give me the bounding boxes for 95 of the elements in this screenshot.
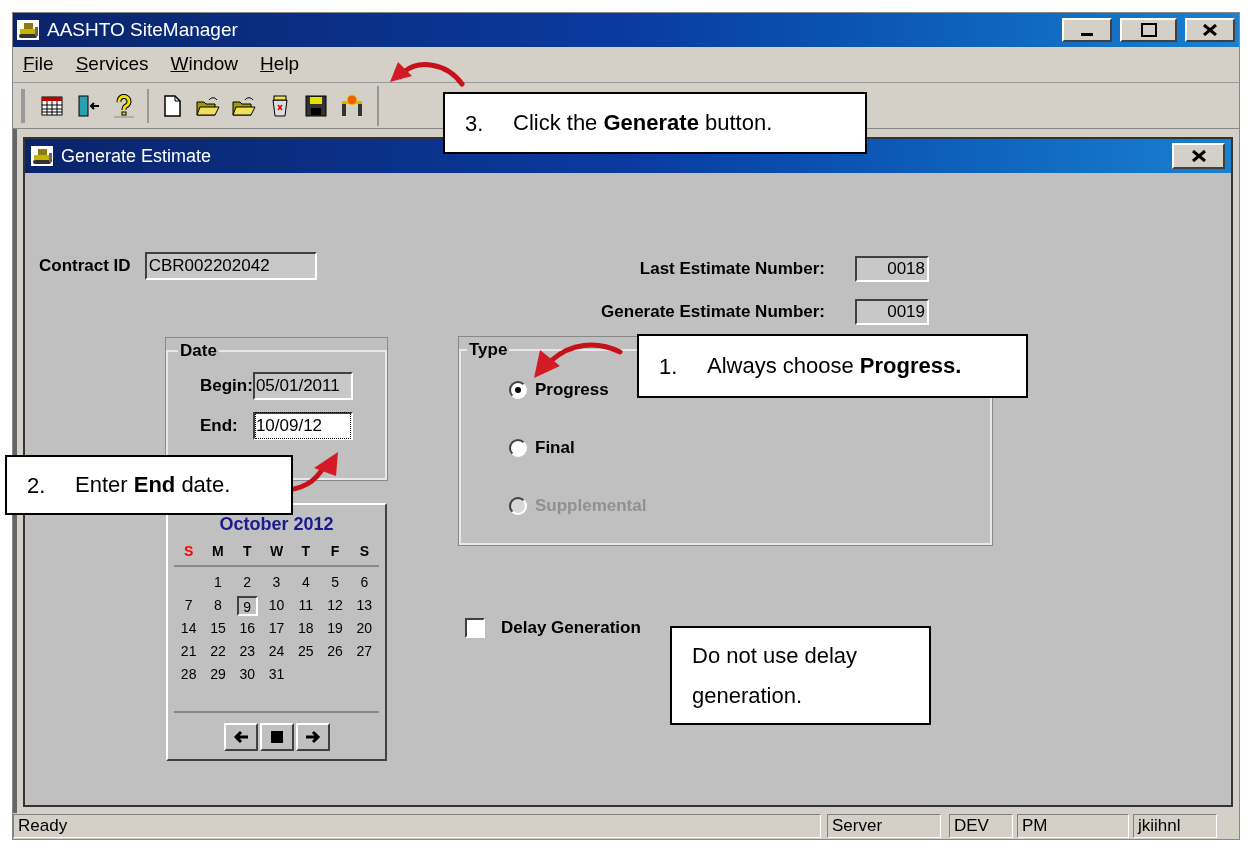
save-icon[interactable]: [303, 92, 329, 119]
status-panel: Server: [827, 814, 941, 838]
calendar-day[interactable]: 12: [320, 596, 350, 616]
calendar-day[interactable]: 13: [349, 596, 379, 616]
weekday-label: S: [358, 542, 370, 561]
field-label: End:: [200, 414, 238, 437]
date-field[interactable]: 05/01/2011: [252, 371, 353, 400]
date-field[interactable]: 10/09/12: [252, 411, 353, 440]
dialog-title: Generate Estimate: [61, 144, 212, 168]
calendar-day[interactable]: 6: [349, 573, 379, 593]
calendar-nav-button[interactable]: [223, 723, 258, 751]
calendar-day[interactable]: 16: [232, 619, 262, 639]
callout-text: Do not use delay generation.: [692, 641, 859, 710]
calendar-day[interactable]: 26: [320, 642, 350, 662]
door-exit-icon[interactable]: [75, 92, 101, 119]
calendar-day[interactable]: 14: [174, 619, 204, 639]
menu-item[interactable]: Help: [260, 50, 300, 79]
field-label: Last Estimate Number:: [639, 258, 825, 281]
contract-id-field[interactable]: CBR002202042: [144, 252, 317, 280]
radio-label: Progress: [535, 378, 609, 401]
calendar-day[interactable]: 30: [232, 665, 262, 685]
weekday-label: M: [211, 542, 225, 561]
callout-text: Enter End date.: [75, 471, 231, 499]
calendar-day[interactable]: 25: [291, 642, 321, 662]
weekday-label: W: [268, 542, 285, 561]
calendar-day[interactable]: 15: [203, 619, 233, 639]
status-panel: Ready: [13, 814, 821, 838]
maximize-button[interactable]: [1120, 18, 1177, 42]
square-icon: [270, 731, 283, 743]
calendar-day[interactable]: 3: [261, 573, 292, 593]
status-panel: jkiihnl: [1133, 814, 1217, 838]
calendar-day[interactable]: 2: [232, 573, 262, 593]
arrow-right-icon: [304, 730, 321, 744]
status-panel: PM: [1017, 814, 1129, 838]
weekday-label: T: [300, 542, 312, 561]
callout-number: 3.: [465, 109, 485, 138]
callout-number: 1.: [659, 352, 679, 381]
group-title: Date: [179, 340, 218, 362]
bulldozer-icon: [31, 146, 53, 166]
calendar-day[interactable]: 20: [349, 619, 379, 639]
calendar-day[interactable]: 24: [261, 642, 292, 662]
calendar-day[interactable]: 5: [320, 573, 350, 593]
menu-item[interactable]: Window: [170, 50, 239, 79]
close-icon: [1191, 150, 1206, 162]
bulldozer-icon: [17, 20, 39, 40]
menu-item[interactable]: Services: [75, 50, 149, 79]
calendar-day[interactable]: 8: [203, 596, 233, 616]
calendar-day[interactable]: 9: [236, 596, 258, 616]
calendar-day[interactable]: 28: [174, 665, 204, 685]
calendar-nav-button[interactable]: [295, 723, 330, 751]
weekday-label: F: [329, 542, 341, 561]
checkbox[interactable]: [465, 617, 485, 638]
calendar-day[interactable]: 18: [291, 619, 321, 639]
arrow-left-icon: [232, 730, 249, 744]
calendar-day[interactable]: 10: [261, 596, 292, 616]
calendar-month: October 2012: [218, 513, 335, 536]
help-icon[interactable]: [111, 92, 137, 119]
calendar-day[interactable]: 21: [174, 642, 204, 662]
field-label: Begin:: [200, 374, 253, 397]
minimize-button[interactable]: [1062, 18, 1112, 42]
calendar-day[interactable]: 7: [174, 596, 204, 616]
callout-number: 2.: [27, 471, 47, 500]
close-button[interactable]: [1172, 143, 1225, 169]
minimize-icon: [1081, 33, 1093, 36]
close-button[interactable]: [1185, 18, 1235, 42]
calendar-day[interactable]: 29: [203, 665, 233, 685]
calendar-day[interactable]: 4: [291, 573, 321, 593]
calendar-day[interactable]: 17: [261, 619, 292, 639]
weekday-label: T: [241, 542, 253, 561]
group-title: Type: [468, 339, 509, 361]
calendar-day[interactable]: 11: [291, 596, 321, 616]
maximize-icon: [1140, 23, 1157, 37]
close-icon: [1203, 24, 1217, 36]
generate-icon[interactable]: [339, 92, 365, 119]
radio-label: Final: [535, 436, 575, 459]
checkbox-label: Delay Generation: [501, 617, 641, 639]
calendar-day[interactable]: 19: [320, 619, 350, 639]
calendar-day[interactable]: 31: [261, 665, 292, 685]
callout-text: Always choose Progress.: [707, 352, 962, 380]
status-panel: DEV: [949, 814, 1013, 838]
field-label: Generate Estimate Number:: [601, 301, 825, 324]
estimate-number-field[interactable]: 0018: [855, 256, 929, 282]
menu-item[interactable]: File: [23, 50, 54, 79]
calendar-nav-button[interactable]: [259, 723, 294, 751]
radio-button[interactable]: [509, 380, 527, 399]
window-title: AASHTO SiteManager: [47, 17, 238, 42]
calendar-day[interactable]: 27: [349, 642, 379, 662]
calendar-day[interactable]: 23: [232, 642, 262, 662]
calendar-day[interactable]: 22: [203, 642, 233, 662]
estimate-number-field[interactable]: 0019: [855, 299, 929, 325]
calendar-day[interactable]: 1: [203, 573, 233, 593]
radio-button[interactable]: [509, 438, 527, 457]
callout-text: Click the Generate button.: [513, 109, 773, 137]
weekday-label: S: [182, 542, 195, 561]
field-label: Contract ID: [39, 255, 131, 278]
